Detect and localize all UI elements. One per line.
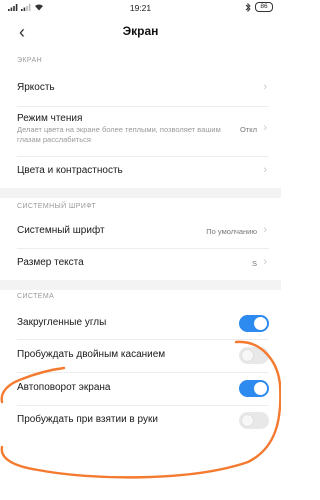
status-time: 19:21 <box>129 3 152 13</box>
chevron-right-icon: › <box>263 81 267 93</box>
text-size-label: Размер текста <box>17 257 84 268</box>
auto-rotate-toggle[interactable] <box>239 380 269 397</box>
reading-mode-label: Режим чтения <box>17 113 83 124</box>
reading-mode-description: Делает цвета на экране более теплыми, по… <box>17 125 221 144</box>
double-tap-wake-row[interactable]: Пробуждать двойным касанием <box>0 341 281 371</box>
rounded-corners-row[interactable]: Закругленные углы <box>0 310 281 338</box>
status-bar: 19:21 86 <box>0 0 281 16</box>
divider <box>17 339 269 340</box>
brightness-row[interactable]: Яркость › <box>0 72 281 104</box>
chevron-right-icon: › <box>263 256 267 268</box>
divider <box>17 405 269 406</box>
divider <box>17 248 269 249</box>
colors-contrast-row[interactable]: Цвета и контрастность › <box>0 158 281 186</box>
section-label-system: СИСТЕМА <box>17 293 55 300</box>
auto-rotate-row[interactable]: Автоповорот экрана <box>0 374 281 404</box>
system-font-label: Системный шрифт <box>17 225 105 236</box>
section-separator <box>0 188 281 198</box>
rounded-corners-label: Закругленные углы <box>17 317 107 328</box>
raise-to-wake-row[interactable]: Пробуждать при взятии в руки <box>0 407 281 435</box>
bluetooth-icon <box>245 2 251 12</box>
auto-rotate-label: Автоповорот экрана <box>17 382 111 393</box>
page-header: ‹ Экран <box>0 18 281 48</box>
raise-to-wake-label: Пробуждать при взятии в руки <box>17 414 158 425</box>
reading-mode-value: Откл <box>239 125 257 134</box>
system-font-row[interactable]: Системный шрифт По умолчанию › <box>0 218 281 246</box>
chevron-right-icon: › <box>263 164 267 176</box>
section-label-system-font: СИСТЕМНЫЙ ШРИФТ <box>17 203 97 210</box>
system-font-value: По умолчанию <box>206 227 257 236</box>
rounded-corners-toggle[interactable] <box>239 315 269 332</box>
text-size-value: S <box>251 259 257 268</box>
brightness-label: Яркость <box>17 82 55 93</box>
divider <box>17 106 269 107</box>
toggle-knob <box>254 317 267 330</box>
section-label-screen: ЭКРАН <box>17 57 43 64</box>
double-tap-wake-toggle[interactable] <box>239 347 269 364</box>
toggle-knob <box>254 382 267 395</box>
text-size-row[interactable]: Размер текста S › <box>0 250 281 278</box>
chevron-right-icon: › <box>263 224 267 236</box>
page-title: Экран <box>122 24 159 38</box>
toggle-knob <box>241 349 254 362</box>
chevron-right-icon: › <box>263 122 267 134</box>
double-tap-wake-label: Пробуждать двойным касанием <box>17 349 166 360</box>
raise-to-wake-toggle[interactable] <box>239 412 269 429</box>
divider <box>17 156 269 157</box>
toggle-knob <box>241 414 254 427</box>
battery-indicator: 86 <box>255 2 273 12</box>
divider <box>17 372 269 373</box>
section-separator <box>0 280 281 290</box>
reading-mode-row[interactable]: Режим чтения Делает цвета на экране боле… <box>0 108 281 156</box>
colors-contrast-label: Цвета и контрастность <box>17 165 123 176</box>
